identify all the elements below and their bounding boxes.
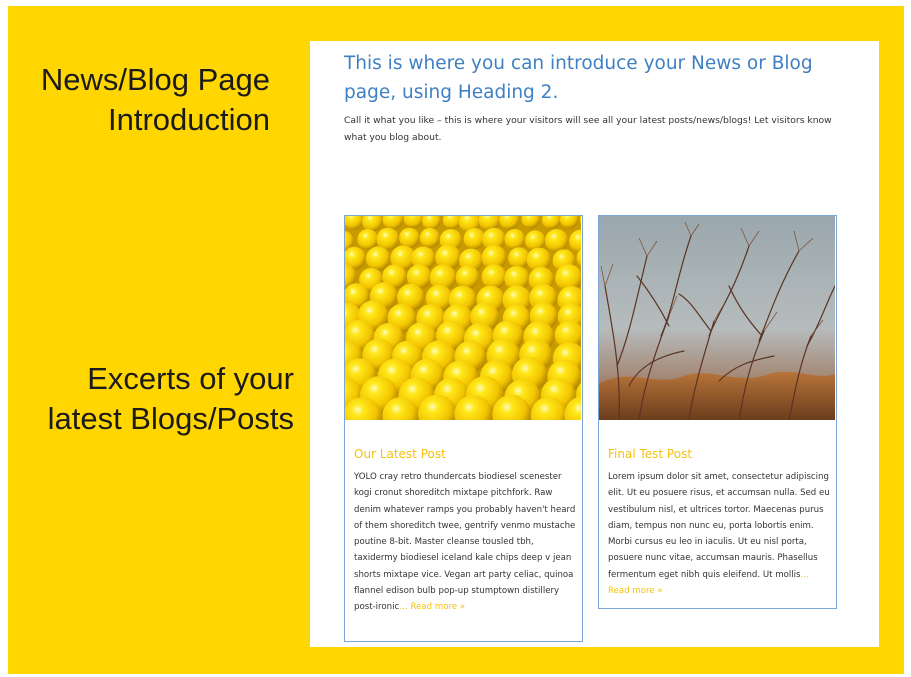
post-excerpt-text: YOLO cray retro thundercats biodiesel sc…: [354, 472, 576, 613]
yellow-ball: [419, 227, 440, 248]
bare-branches-image: [599, 216, 835, 420]
intro-text: Call it what you like – this is where yo…: [344, 115, 832, 143]
slide-background: News/Blog Page Introduction Excerts of y…: [8, 6, 904, 674]
post-title[interactable]: Our Latest Post: [354, 446, 574, 462]
yellow-ball: [365, 246, 391, 271]
yellow-ball: [399, 227, 420, 249]
read-more-link[interactable]: Read more »: [608, 586, 663, 596]
yellow-ball: [463, 228, 486, 250]
intro-annotation: News/Blog Page Introduction: [28, 60, 270, 140]
excerpt-ellipsis: …: [399, 602, 408, 613]
yellow-ball: [508, 247, 530, 269]
post-title[interactable]: Final Test Post: [608, 446, 828, 462]
post-excerpt-text: Lorem ipsum dolor sit amet, consectetur …: [608, 472, 830, 580]
post-card[interactable]: Our Latest Post YOLO cray retro thunderc…: [344, 215, 583, 642]
yellow-ball: [545, 229, 569, 253]
yellow-ball: [455, 265, 480, 289]
read-more-link[interactable]: Read more »: [411, 602, 466, 612]
intro-annotation-line2: Introduction: [108, 102, 270, 137]
yellow-ball: [357, 229, 379, 250]
intro-annotation-line1: News/Blog Page: [40, 62, 270, 97]
excerpt-ellipsis: …: [800, 569, 810, 580]
excerpts-annotation: Excerts of your latest Blogs/Posts: [28, 359, 294, 439]
excerpts-annotation-line1: Excerts of your: [87, 361, 294, 396]
post-excerpt: Lorem ipsum dolor sit amet, consectetur …: [608, 469, 832, 599]
blog-page-screenshot: This is where you can introduce your New…: [310, 41, 879, 647]
yellow-ball: [481, 264, 507, 290]
post-excerpt: YOLO cray retro thundercats biodiesel sc…: [354, 469, 578, 616]
yellow-ball: [504, 228, 526, 250]
post-card[interactable]: Final Test Post Lorem ipsum dolor sit am…: [598, 215, 837, 609]
post-thumbnail-yellow-balls[interactable]: [345, 216, 582, 420]
yellow-ball: [525, 230, 546, 251]
post-thumbnail-bare-branches[interactable]: [599, 216, 836, 420]
yellow-balls-image: [345, 216, 581, 420]
excerpts-annotation-line2: latest Blogs/Posts: [47, 401, 294, 436]
intro-heading: This is where you can introduce your New…: [344, 53, 813, 103]
